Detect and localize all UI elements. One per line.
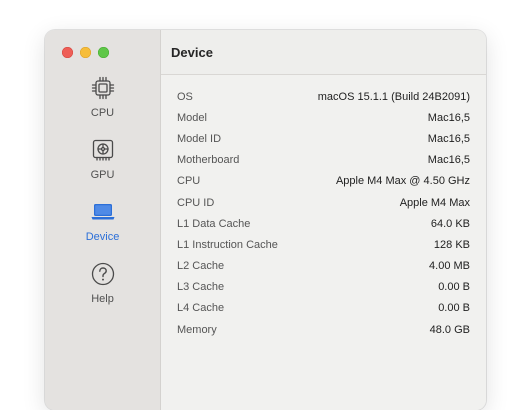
cpu-icon	[91, 76, 114, 100]
info-row-l1-instruction-cache: L1 Instruction Cache 128 KB	[177, 234, 470, 255]
sidebar-item-help[interactable]: Help	[45, 261, 160, 317]
info-label: L1 Instruction Cache	[177, 238, 278, 251]
info-row-l2-cache: L2 Cache 4.00 MB	[177, 256, 470, 277]
info-row-l1-data-cache: L1 Data Cache 64.0 KB	[177, 213, 470, 234]
sidebar-item-gpu[interactable]: GPU	[45, 137, 160, 193]
info-label: OS	[177, 90, 193, 103]
info-value: Mac16,5	[427, 132, 470, 145]
sidebar-item-label: GPU	[90, 169, 115, 181]
info-label: L1 Data Cache	[177, 217, 251, 230]
info-value: Apple M4 Max @ 4.50 GHz	[335, 175, 470, 188]
sidebar-item-cpu[interactable]: CPU	[45, 75, 160, 131]
info-value: 0.00 B	[438, 281, 470, 294]
info-row-os: OS macOS 15.1.1 (Build 24B2091)	[177, 86, 470, 107]
info-label: Memory	[177, 323, 217, 336]
app-window: CPU GPU Device Help Device OS macOS 15.1…	[45, 30, 486, 410]
info-label: L3 Cache	[177, 281, 225, 294]
info-label: CPU ID	[177, 196, 215, 209]
info-label: Model ID	[177, 132, 222, 145]
laptop-icon	[91, 204, 114, 220]
info-label: L4 Cache	[177, 302, 225, 315]
info-value: 0.00 B	[438, 302, 470, 315]
info-value: macOS 15.1.1 (Build 24B2091)	[317, 90, 470, 103]
info-row-memory: Memory 48.0 GB	[177, 319, 470, 340]
info-value: 48.0 GB	[429, 323, 470, 336]
window-controls	[62, 47, 109, 58]
page-title: Device	[171, 44, 213, 60]
info-label: Model	[177, 111, 207, 124]
info-value: Apple M4 Max	[399, 196, 470, 209]
sidebar-item-label: Help	[91, 293, 114, 305]
info-row-cpu-id: CPU ID Apple M4 Max	[177, 192, 470, 213]
device-info-list: OS macOS 15.1.1 (Build 24B2091) Model Mac1…	[177, 86, 470, 340]
info-row-model-id: Model ID Mac16,5	[177, 128, 470, 149]
info-value: 64.0 KB	[430, 217, 470, 230]
sidebar-item-label: CPU	[90, 107, 115, 119]
info-row-model: Model Mac16,5	[177, 107, 470, 128]
info-label: Motherboard	[177, 154, 240, 167]
close-window-button[interactable]	[62, 47, 73, 58]
info-value: 128 KB	[433, 238, 470, 251]
minimize-window-button[interactable]	[80, 47, 91, 58]
main-panel: Device OS macOS 15.1.1 (Build 24B2091) Mo…	[161, 30, 486, 410]
info-label: L2 Cache	[177, 260, 225, 273]
info-row-cpu: CPU Apple M4 Max @ 4.50 GHz	[177, 171, 470, 192]
sidebar-item-device[interactable]: Device	[45, 199, 160, 255]
gpu-icon	[92, 139, 113, 161]
info-label: CPU	[177, 175, 201, 188]
info-value: 4.00 MB	[429, 260, 470, 273]
info-row-motherboard: Motherboard Mac16,5	[177, 150, 470, 171]
zoom-window-button[interactable]	[98, 47, 109, 58]
info-row-l4-cache: L4 Cache 0.00 B	[177, 298, 470, 319]
panel-header: Device	[161, 30, 486, 75]
info-value: Mac16,5	[427, 154, 470, 167]
info-value: Mac16,5	[427, 111, 470, 124]
help-icon	[91, 262, 114, 286]
sidebar: CPU GPU Device Help	[45, 30, 161, 410]
sidebar-item-label: Device	[85, 231, 120, 243]
info-row-l3-cache: L3 Cache 0.00 B	[177, 277, 470, 298]
